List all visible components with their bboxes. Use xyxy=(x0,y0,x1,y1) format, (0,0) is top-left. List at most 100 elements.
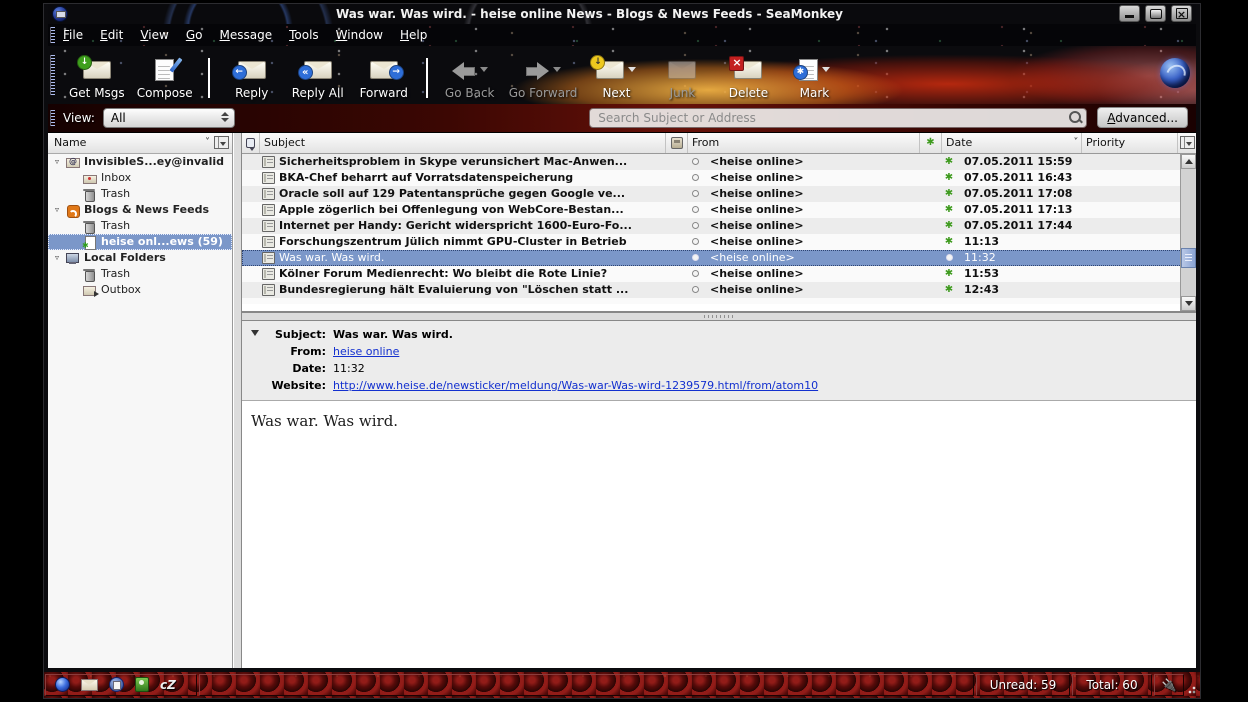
browser-icon[interactable] xyxy=(55,677,70,692)
scroll-down-button[interactable] xyxy=(1181,296,1196,311)
reply-button[interactable]: Reply xyxy=(219,55,285,102)
message-row[interactable]: Bundesregierung hält Evaluierung von "Lö… xyxy=(242,282,1196,298)
resize-grip[interactable] xyxy=(1186,674,1199,696)
twisty-down-icon[interactable]: ▿ xyxy=(52,253,62,262)
date-column-header[interactable]: Date˅ xyxy=(942,133,1082,153)
header-twisty-icon[interactable] xyxy=(251,330,259,336)
thread-column-header[interactable] xyxy=(242,133,260,153)
folder-heise-onl-ews-59[interactable]: heise onl...ews (59) xyxy=(48,234,232,250)
toolbar-grippy[interactable] xyxy=(50,55,55,95)
unread-flag-cell[interactable]: ✱ xyxy=(938,237,960,247)
next-button[interactable]: Next xyxy=(583,55,649,102)
view-dropdown[interactable]: All xyxy=(103,108,235,128)
read-status-cell[interactable] xyxy=(684,254,706,261)
unread-flag-cell[interactable]: ✱ xyxy=(938,285,960,295)
seamonkey-logo-icon[interactable] xyxy=(1160,58,1190,88)
menu-view[interactable]: View xyxy=(140,28,168,42)
composer-icon[interactable] xyxy=(109,677,124,692)
priority-column-header[interactable]: Priority xyxy=(1082,133,1178,153)
address-book-icon[interactable] xyxy=(135,677,149,692)
scroll-up-button[interactable] xyxy=(1181,154,1196,169)
thread-list-scrollbar[interactable] xyxy=(1180,154,1196,311)
unread-flag-cell[interactable]: ✱ xyxy=(938,189,960,199)
folder-invisibles-ey-invalid[interactable]: ▿InvisibleS...ey@invalid xyxy=(48,154,232,170)
unread-flag-cell[interactable]: ✱ xyxy=(938,173,960,183)
folder-inbox[interactable]: Inbox xyxy=(48,170,232,186)
advanced-button[interactable]: Advanced... xyxy=(1097,107,1188,128)
message-row[interactable]: Apple zögerlich bei Offenlegung von WebC… xyxy=(242,202,1196,218)
junk-button[interactable]: Junk xyxy=(649,55,715,102)
dropdown-arrow-icon[interactable] xyxy=(553,67,561,72)
mark-button[interactable]: Mark xyxy=(781,55,847,102)
compose-button[interactable]: Compose xyxy=(131,55,199,102)
menu-tools[interactable]: Tools xyxy=(289,28,319,42)
message-row[interactable]: Kölner Forum Medienrecht: Wo bleibt die … xyxy=(242,266,1196,282)
from-column-header[interactable]: From xyxy=(688,133,920,153)
folder-outbox[interactable]: Outbox xyxy=(48,282,232,298)
folder-column-picker-icon[interactable] xyxy=(214,136,229,149)
subject-column-header[interactable]: Subject xyxy=(260,133,666,153)
menu-go[interactable]: Go xyxy=(186,28,203,42)
folder-blogs-news-feeds[interactable]: ▿Blogs & News Feeds xyxy=(48,202,232,218)
scrollbar-track[interactable] xyxy=(1181,169,1196,296)
read-status-cell[interactable] xyxy=(684,158,706,165)
unread-column-header[interactable]: ✱ xyxy=(920,133,942,153)
read-status-cell[interactable] xyxy=(684,206,706,213)
folder-local-folders[interactable]: ▿Local Folders xyxy=(48,250,232,266)
name-column-header[interactable]: Name xyxy=(54,136,205,149)
read-status-cell[interactable] xyxy=(684,222,706,229)
message-pane-splitter[interactable] xyxy=(242,312,1196,321)
menubar-grippy[interactable] xyxy=(50,27,55,43)
chatzilla-icon[interactable]: cZ xyxy=(160,678,176,692)
mail-icon[interactable] xyxy=(81,679,98,691)
twisty-down-icon[interactable]: ▿ xyxy=(52,157,62,166)
menu-help[interactable]: Help xyxy=(400,28,427,42)
scrollbar-thumb[interactable] xyxy=(1181,248,1196,268)
read-status-cell[interactable] xyxy=(684,286,706,293)
menu-message[interactable]: Message xyxy=(219,28,272,42)
unread-flag-cell[interactable] xyxy=(938,254,960,261)
dropdown-arrow-icon[interactable] xyxy=(628,67,636,72)
menu-edit[interactable]: Edit xyxy=(100,28,123,42)
thread-column-picker[interactable] xyxy=(1178,133,1196,153)
maximize-button[interactable] xyxy=(1145,5,1166,22)
go-forward-button[interactable]: Go Forward xyxy=(503,55,584,102)
folder-pane-splitter[interactable] xyxy=(233,133,242,668)
read-status-cell[interactable] xyxy=(684,238,706,245)
forward-button[interactable]: Forward xyxy=(351,55,417,102)
message-row[interactable]: BKA-Chef beharrt auf Vorratsdatenspeiche… xyxy=(242,170,1196,186)
unread-flag-cell[interactable]: ✱ xyxy=(938,221,960,231)
go-back-button[interactable]: Go Back xyxy=(437,55,503,102)
menu-file[interactable]: File xyxy=(63,28,83,42)
dropdown-arrow-icon[interactable] xyxy=(480,67,488,72)
get-msgs-button[interactable]: Get Msgs xyxy=(63,55,131,102)
read-column-header[interactable] xyxy=(666,133,688,153)
unread-flag-cell[interactable]: ✱ xyxy=(938,205,960,215)
website-link[interactable]: http://www.heise.de/newsticker/meldung/W… xyxy=(333,377,818,394)
search-input[interactable] xyxy=(589,108,1087,128)
folder-trash[interactable]: Trash xyxy=(48,218,232,234)
unread-flag-cell[interactable]: ✱ xyxy=(938,157,960,167)
from-link[interactable]: heise online xyxy=(333,343,399,360)
minimize-button[interactable] xyxy=(1119,5,1140,22)
dropdown-arrow-icon[interactable] xyxy=(822,67,830,72)
message-row[interactable]: Oracle soll auf 129 Patentansprüche gege… xyxy=(242,186,1196,202)
message-row-partial[interactable] xyxy=(242,298,1196,304)
read-status-cell[interactable] xyxy=(684,190,706,197)
folder-trash[interactable]: Trash xyxy=(48,266,232,282)
message-row[interactable]: Was war. Was wird.<heise online>11:32 xyxy=(242,250,1196,266)
chevron-down-icon[interactable]: ˅ xyxy=(205,137,210,148)
message-row[interactable]: Sicherheitsproblem in Skype verunsichert… xyxy=(242,154,1196,170)
folder-trash[interactable]: Trash xyxy=(48,186,232,202)
menu-window[interactable]: Window xyxy=(336,28,383,42)
read-status-cell[interactable] xyxy=(684,174,706,181)
close-button[interactable]: × xyxy=(1171,5,1192,22)
filterbar-grippy[interactable] xyxy=(50,110,55,126)
twisty-down-icon[interactable]: ▿ xyxy=(52,205,62,214)
reply-all-button[interactable]: Reply All xyxy=(285,55,351,102)
search-icon[interactable] xyxy=(1069,111,1081,123)
folder-pane-header[interactable]: Name ˅ xyxy=(48,133,232,154)
delete-button[interactable]: Delete xyxy=(715,55,781,102)
online-status[interactable]: 🔌 xyxy=(1154,674,1184,696)
message-row[interactable]: Forschungszentrum Jülich nimmt GPU-Clust… xyxy=(242,234,1196,250)
